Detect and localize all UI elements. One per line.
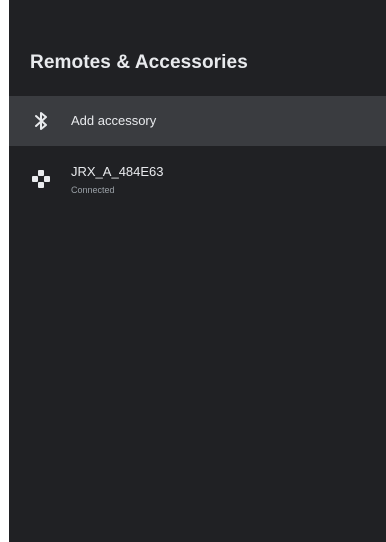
device-status: Connected <box>71 185 115 195</box>
page-title: Remotes & Accessories <box>30 52 248 73</box>
add-accessory-label: Add accessory <box>71 113 157 128</box>
device-item-jrx[interactable]: JRX_A_484E63 Connected <box>9 150 386 206</box>
add-accessory-item[interactable]: Add accessory <box>9 96 386 146</box>
bluetooth-icon <box>29 109 53 133</box>
device-name: JRX_A_484E63 <box>71 164 164 179</box>
settings-panel: Remotes & Accessories Add accessory JRX_… <box>9 0 386 542</box>
gamepad-icon <box>29 167 53 191</box>
